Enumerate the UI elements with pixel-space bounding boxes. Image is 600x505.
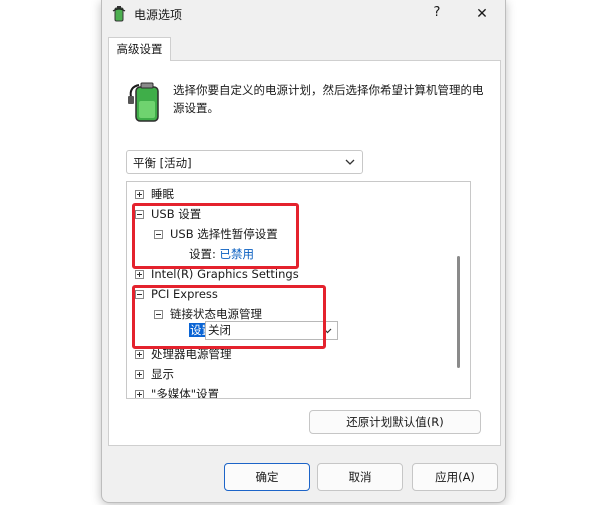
power-plan-select[interactable]: 平衡 [活动] — [126, 150, 363, 174]
collapse-minus-icon[interactable] — [135, 290, 144, 299]
tree-item-intel-graphics[interactable]: Intel(R) Graphics Settings — [151, 266, 299, 283]
expand-plus-icon[interactable] — [135, 390, 144, 399]
description-text: 选择你要自定义的电源计划，然后选择你希望计算机管理的电源设置。 — [173, 83, 484, 115]
collapse-minus-icon[interactable] — [135, 210, 144, 219]
usb-setting-value[interactable]: 已禁用 — [220, 247, 255, 261]
title-bar: 电源选项 ? ✕ — [102, 0, 505, 28]
expand-plus-icon[interactable] — [135, 350, 144, 359]
scrollbar-thumb[interactable] — [457, 256, 460, 368]
usb-setting-label: 设置: — [189, 247, 216, 261]
apply-button[interactable]: 应用(A) — [412, 463, 498, 491]
power-options-dialog: 电源选项 ? ✕ 高级设置 选择你要自定义的电源计划，然后选择你希望计算机管理的… — [101, 0, 506, 503]
tree-item-processor-power[interactable]: 处理器电源管理 — [151, 346, 232, 363]
window-title: 电源选项 — [134, 8, 183, 22]
chevron-down-icon — [323, 328, 332, 334]
tree-item-usb-selective-suspend[interactable]: USB 选择性暂停设置 — [170, 226, 278, 243]
restore-defaults-button[interactable]: 还原计划默认值(R) — [309, 410, 481, 434]
advanced-settings-panel: 选择你要自定义的电源计划，然后选择你希望计算机管理的电源设置。 平衡 [活动] … — [108, 60, 501, 446]
collapse-minus-icon[interactable] — [154, 230, 163, 239]
close-button[interactable]: ✕ — [471, 3, 493, 25]
help-button[interactable]: ? — [427, 3, 447, 23]
link-state-setting-select[interactable]: 关闭 — [205, 321, 338, 340]
tree-item-sleep[interactable]: 睡眠 — [151, 186, 174, 203]
battery-plug-icon — [128, 82, 159, 122]
tree-item-multimedia[interactable]: "多媒体"设置 — [151, 386, 219, 398]
tree-item-pci-express[interactable]: PCI Express — [151, 286, 218, 303]
power-settings-tree[interactable]: 睡眠 USB 设置 USB 选择性暂停设置 设置: 已禁用 Intel(R) G… — [126, 181, 471, 399]
expand-plus-icon[interactable] — [135, 370, 144, 379]
link-state-setting-value: 关闭 — [208, 323, 231, 337]
power-options-icon — [112, 6, 126, 22]
cancel-button[interactable]: 取消 — [317, 463, 403, 491]
usb-setting-row[interactable]: 设置: 已禁用 — [189, 246, 254, 263]
ok-button[interactable]: 确定 — [224, 463, 310, 491]
tree-item-display[interactable]: 显示 — [151, 366, 174, 383]
collapse-minus-icon[interactable] — [154, 310, 163, 319]
chevron-down-icon — [345, 159, 355, 165]
tree-scrollbar[interactable] — [456, 182, 462, 398]
tree-item-usb-settings[interactable]: USB 设置 — [151, 206, 201, 223]
expand-plus-icon[interactable] — [135, 270, 144, 279]
expand-plus-icon[interactable] — [135, 190, 144, 199]
power-plan-value: 平衡 [活动] — [133, 156, 192, 170]
tab-advanced-settings[interactable]: 高级设置 — [108, 37, 171, 61]
